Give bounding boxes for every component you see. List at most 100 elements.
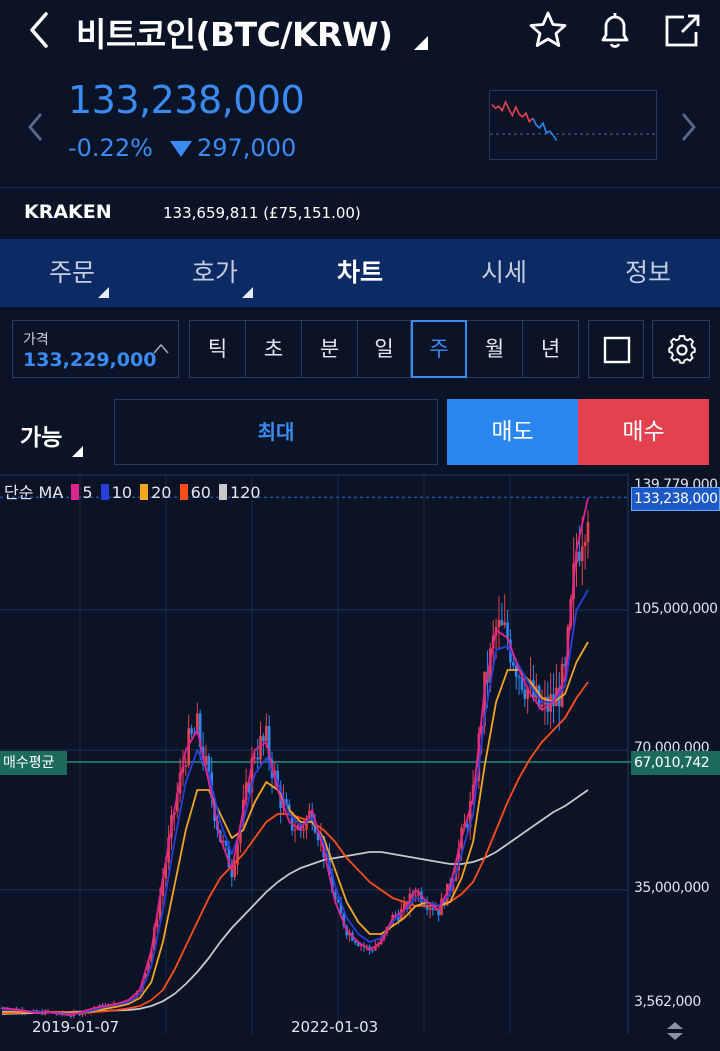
ma-legend: 단순 MA 5 10 20 60 120: [4, 479, 261, 503]
ma5-line: [1, 497, 589, 1016]
candle-body: [497, 620, 501, 628]
candle-body: [414, 895, 417, 897]
ma120-swatch: [219, 484, 228, 500]
candle-body: [293, 829, 297, 831]
period-day[interactable]: 일: [358, 321, 411, 377]
period-month[interactable]: 월: [467, 321, 523, 377]
price-selector-value: 133,229,000: [23, 349, 157, 371]
period-minute[interactable]: 분: [302, 321, 358, 377]
candle-body: [428, 907, 432, 910]
ma60-swatch: [179, 484, 188, 500]
period-week[interactable]: 주: [411, 320, 467, 378]
ma5-label: 5: [82, 483, 93, 502]
candle-body: [517, 676, 521, 678]
sell-button[interactable]: 매도: [447, 399, 578, 465]
star-icon: [529, 11, 567, 47]
ma10-label: 10: [111, 483, 133, 502]
y-tick-label: 105,000,000: [634, 601, 718, 617]
candle-body: [207, 756, 211, 773]
back-button[interactable]: [20, 10, 60, 50]
ma20-swatch: [140, 484, 149, 500]
prev-coin-button[interactable]: [24, 110, 48, 144]
candle-body: [583, 541, 587, 547]
candle-body: [503, 622, 506, 626]
max-button[interactable]: 최대: [114, 399, 438, 465]
exchange-ref-price: 133,659,811 (£75,151.00): [163, 204, 361, 222]
chart-canvas[interactable]: [0, 474, 720, 1051]
ma5-swatch: [71, 484, 80, 500]
period-selector: 틱 초 분 일 주 월 년: [189, 320, 579, 378]
price-selector[interactable]: 가격 133,229,000: [12, 320, 179, 378]
ma60-label: 60: [190, 483, 211, 502]
down-triangle-icon: [170, 141, 192, 157]
candle-body: [431, 907, 435, 910]
ma10-line: [2, 589, 589, 1015]
ma20-label: 20: [151, 483, 172, 502]
available-label[interactable]: 가능: [20, 418, 62, 452]
exchange-name: KRAKEN: [24, 201, 112, 223]
candle-body: [500, 620, 504, 626]
page-title[interactable]: 비트코인(BTC/KRW): [76, 8, 393, 56]
chevron-left-icon: [30, 12, 48, 48]
y-tick-label: 3,562,000: [634, 994, 701, 1010]
chevron-up-icon: [153, 343, 169, 354]
candle-body: [336, 899, 340, 903]
title-dropdown-caret-icon[interactable]: [414, 36, 428, 50]
candle-body: [302, 829, 305, 831]
candle-body: [580, 546, 584, 561]
settings-button[interactable]: [652, 320, 710, 378]
candle-body: [264, 726, 268, 742]
price-selector-label: 가격: [23, 332, 49, 348]
candle-body: [512, 662, 515, 666]
alert-button[interactable]: [593, 8, 637, 52]
share-button[interactable]: [660, 8, 704, 52]
tab-order-caret-icon: [98, 287, 109, 298]
divider: [0, 187, 720, 188]
change-value: 297,000: [197, 134, 297, 162]
x-tick-label: 2022-01-03: [291, 1018, 379, 1036]
square-icon: [603, 336, 631, 364]
x-tick-label: 2019-01-07: [32, 1018, 120, 1036]
current-price: 133,238,000: [68, 78, 305, 122]
candle-body: [466, 823, 469, 828]
period-second[interactable]: 초: [246, 321, 302, 377]
period-year[interactable]: 년: [523, 321, 578, 377]
mini-chart[interactable]: [489, 90, 657, 160]
current-price-tag: 133,238,000: [631, 487, 720, 511]
buy-button[interactable]: 매수: [578, 399, 709, 465]
candle-body: [190, 728, 193, 734]
candle-body: [523, 689, 527, 699]
tab-chart[interactable]: 차트: [308, 239, 412, 307]
change-percent: -0.22%: [68, 134, 153, 162]
candle-body: [586, 522, 590, 542]
ma10-swatch: [100, 484, 109, 500]
period-tick[interactable]: 틱: [190, 321, 246, 377]
candle-body: [578, 551, 581, 561]
candle-body: [233, 864, 236, 878]
favorite-button[interactable]: [526, 8, 570, 52]
tab-info[interactable]: 정보: [596, 239, 700, 307]
gear-icon: [668, 335, 696, 364]
chevron-right-icon: [681, 113, 696, 141]
ma60-line: [1, 681, 589, 1015]
price-chart[interactable]: [0, 474, 720, 1051]
fullscreen-button[interactable]: [588, 320, 644, 378]
ma-legend-prefix: 단순 MA: [4, 483, 64, 502]
avg-buy-label: 매수평균: [0, 751, 67, 775]
top-bar: 비트코인(BTC/KRW): [0, 0, 720, 64]
mini-line-down: [532, 117, 558, 141]
y-tick-label: 35,000,000: [634, 880, 710, 896]
tab-orderbook-caret-icon: [242, 287, 253, 298]
scroll-handle-icon[interactable]: [664, 1020, 686, 1042]
candle-body: [514, 665, 518, 677]
chevron-left-icon: [28, 113, 43, 141]
candle-body: [259, 736, 262, 760]
next-coin-button[interactable]: [676, 110, 700, 144]
candle-body: [540, 704, 544, 707]
candle-body: [184, 765, 188, 767]
tab-bar: 주문 호가 차트 시세 정보: [0, 239, 720, 307]
candle-body: [69, 1015, 73, 1017]
candle-body: [262, 736, 265, 742]
tab-market[interactable]: 시세: [452, 239, 556, 307]
avg-buy-value: 67,010,742: [631, 751, 720, 775]
